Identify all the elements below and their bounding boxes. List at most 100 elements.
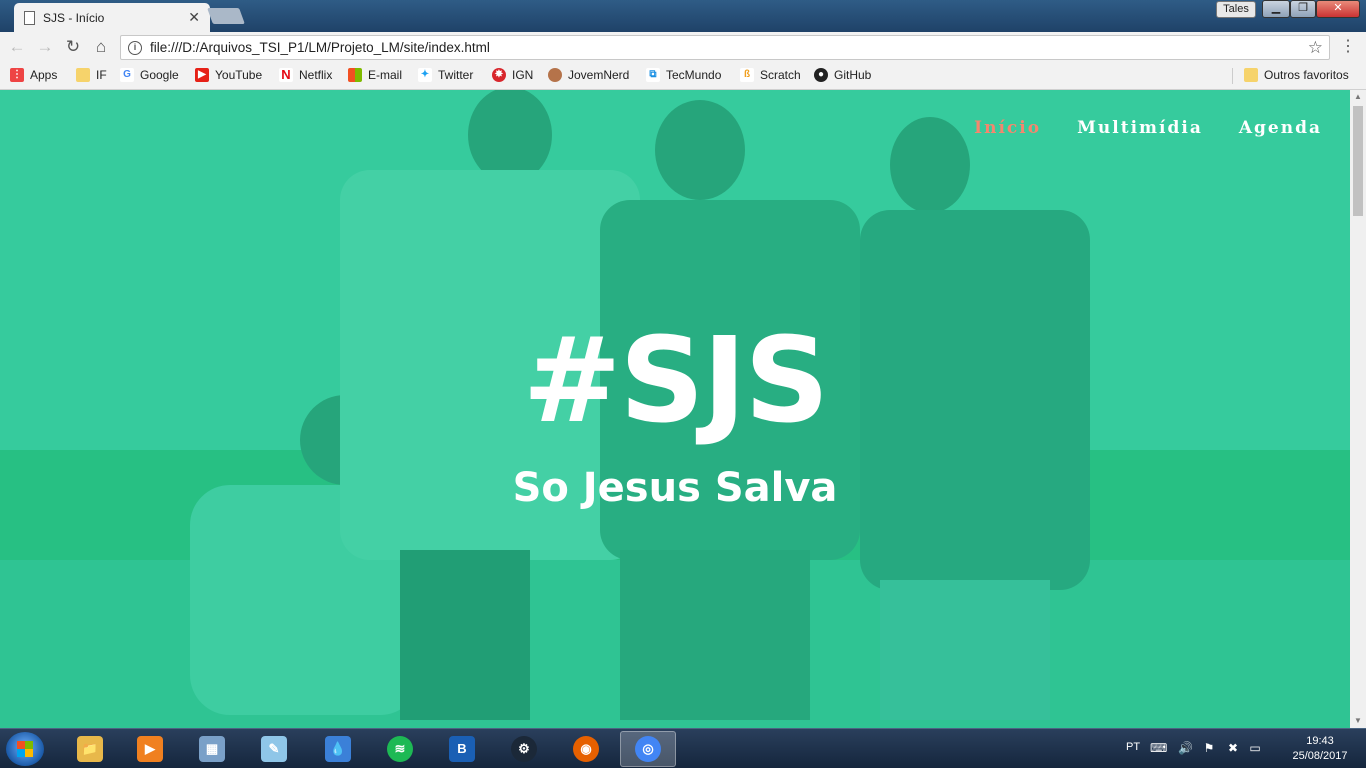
drop-icon: 💧 [325, 736, 351, 762]
bookmark-label: Twitter [438, 68, 474, 82]
bookmark-label: Apps [30, 68, 58, 82]
site-navigation: Início Multimídia Agenda [974, 118, 1322, 138]
home-button[interactable]: ⌂ [90, 36, 112, 58]
bookmark-jovemnerd[interactable]: JovemNerd [548, 68, 629, 82]
bookmark-youtube[interactable]: ▶ YouTube [195, 68, 262, 82]
folder-icon [1244, 68, 1258, 82]
taskbar-steam[interactable]: ⚙ [496, 731, 552, 767]
steam-icon: ⚙ [511, 736, 537, 762]
info-icon[interactable]: i [128, 40, 142, 55]
taskbar-chrome[interactable]: ◎ [620, 731, 676, 767]
page-viewport: Início Multimídia Agenda #SJS So Jesus S… [0, 90, 1350, 728]
forward-button[interactable]: → [34, 36, 56, 58]
close-window-button[interactable]: ✕ [1316, 0, 1360, 18]
clock-date: 25/08/2017 [1292, 750, 1348, 762]
bookmark-label: TecMundo [666, 68, 722, 82]
flag-alert-icon[interactable]: ✖ [1226, 741, 1240, 755]
taskbar-notepad[interactable]: ✎ [246, 731, 302, 767]
nav-link-agenda[interactable]: Agenda [1239, 118, 1322, 138]
address-bar[interactable]: i file:///D:/Arquivos_TSI_P1/LM/Projeto_… [120, 35, 1330, 60]
tecmundo-icon: ⧉ [646, 68, 660, 82]
browser-tab[interactable]: SJS - Início ✕ [14, 3, 210, 32]
nav-link-multimidia[interactable]: Multimídia [1077, 118, 1203, 138]
bookmark-apps[interactable]: ⋮ Apps [10, 68, 57, 82]
bookmark-label: IGN [512, 68, 534, 82]
system-tray: PT ⌨ 🔊 ⚑ ✖ ▭ 19:43 25/08/2017 [1120, 729, 1366, 768]
back-button[interactable]: ← [6, 36, 28, 58]
bookmarks-separator [1232, 68, 1233, 84]
folder-icon [76, 68, 90, 82]
bookmark-netflix[interactable]: N Netflix [279, 68, 332, 82]
tab-close-icon[interactable]: ✕ [188, 9, 200, 26]
netflix-icon: N [279, 68, 293, 82]
bookmark-label: Scratch [760, 68, 801, 82]
tab-title: SJS - Início [43, 10, 105, 25]
bookmark-other-favorites[interactable]: Outros favoritos [1244, 68, 1349, 82]
scroll-up-arrow[interactable]: ▲ [1350, 90, 1366, 104]
bookmark-scratch[interactable]: ß Scratch [740, 68, 801, 82]
chrome-icon: ◎ [635, 736, 661, 762]
notepad-icon: ✎ [261, 736, 287, 762]
url-text[interactable]: file:///D:/Arquivos_TSI_P1/LM/Projeto_LM… [150, 40, 1308, 55]
bookmark-label: IF [96, 68, 107, 82]
new-tab-button[interactable] [207, 8, 245, 24]
taskbar-calculator[interactable]: ▦ [184, 731, 240, 767]
profile-button[interactable]: Tales [1216, 1, 1256, 18]
bookmark-label: GitHub [834, 68, 872, 82]
taskbar-firefox[interactable]: ◉ [558, 731, 614, 767]
taskbar-drop-app[interactable]: 💧 [310, 731, 366, 767]
bookmark-twitter[interactable]: ✦ Twitter [418, 68, 473, 82]
scratch-icon: ß [740, 68, 754, 82]
bookmark-label: Google [140, 68, 179, 82]
ign-icon: ✸ [492, 68, 506, 82]
taskbar-media-player[interactable]: ▶ [122, 731, 178, 767]
calculator-icon: ▦ [199, 736, 225, 762]
browser-titlebar: SJS - Início ✕ Tales ▁ ❐ ✕ [0, 0, 1366, 32]
youtube-icon: ▶ [195, 68, 209, 82]
taskbar-spotify[interactable]: ≋ [372, 731, 428, 767]
scroll-thumb[interactable] [1353, 106, 1363, 216]
maximize-button[interactable]: ❐ [1290, 0, 1316, 18]
media-player-icon: ▶ [137, 736, 163, 762]
minimize-button[interactable]: ▁ [1262, 0, 1290, 18]
system-clock[interactable]: 19:43 25/08/2017 [1290, 734, 1350, 764]
clock-time: 19:43 [1306, 735, 1334, 747]
volume-icon[interactable]: 🔊 [1178, 741, 1193, 755]
language-indicator[interactable]: PT [1126, 741, 1140, 753]
action-center-icon[interactable]: ▭ [1248, 741, 1262, 755]
bookmark-label: E-mail [368, 68, 403, 82]
bookmark-label: Netflix [299, 68, 333, 82]
page-icon [24, 10, 35, 25]
bookmark-github[interactable]: ● GitHub [814, 68, 871, 82]
bookmark-tecmundo[interactable]: ⧉ TecMundo [646, 68, 721, 82]
apps-grid-icon: ⋮ [10, 68, 24, 82]
nav-link-inicio[interactable]: Início [974, 118, 1041, 138]
network-icon[interactable]: ⚑ [1202, 741, 1216, 755]
jovemnerd-icon [548, 68, 562, 82]
keyboard-icon[interactable]: ⌨ [1150, 741, 1167, 755]
page-scrollbar[interactable]: ▲ ▼ [1350, 90, 1366, 728]
taskbar-file-explorer[interactable]: 📁 [62, 731, 118, 767]
firefox-icon: ◉ [573, 736, 599, 762]
bookmark-label: YouTube [215, 68, 263, 82]
bookmark-ign[interactable]: ✸ IGN [492, 68, 533, 82]
bookmark-label: JovemNerd [568, 68, 630, 82]
windows-logo-icon [17, 741, 33, 757]
google-icon: G [120, 68, 134, 82]
blizzard-icon: B [449, 736, 475, 762]
bookmark-email[interactable]: E-mail [348, 68, 402, 82]
start-button[interactable] [6, 732, 44, 766]
hero-title: #SJS [522, 311, 830, 449]
bookmark-google[interactable]: G Google [120, 68, 179, 82]
reload-button[interactable]: ↻ [62, 36, 84, 58]
taskbar-blizzard[interactable]: B [434, 731, 490, 767]
scroll-down-arrow[interactable]: ▼ [1350, 714, 1366, 728]
github-icon: ● [814, 68, 828, 82]
bookmark-star-icon[interactable]: ☆ [1308, 38, 1323, 58]
twitter-icon: ✦ [418, 68, 432, 82]
bookmark-if[interactable]: IF [76, 68, 107, 82]
bookmark-label: Outros favoritos [1264, 68, 1349, 82]
spotify-icon: ≋ [387, 736, 413, 762]
browser-menu-icon[interactable]: ⋮ [1338, 38, 1358, 58]
hero-subtitle: So Jesus Salva [512, 465, 838, 511]
